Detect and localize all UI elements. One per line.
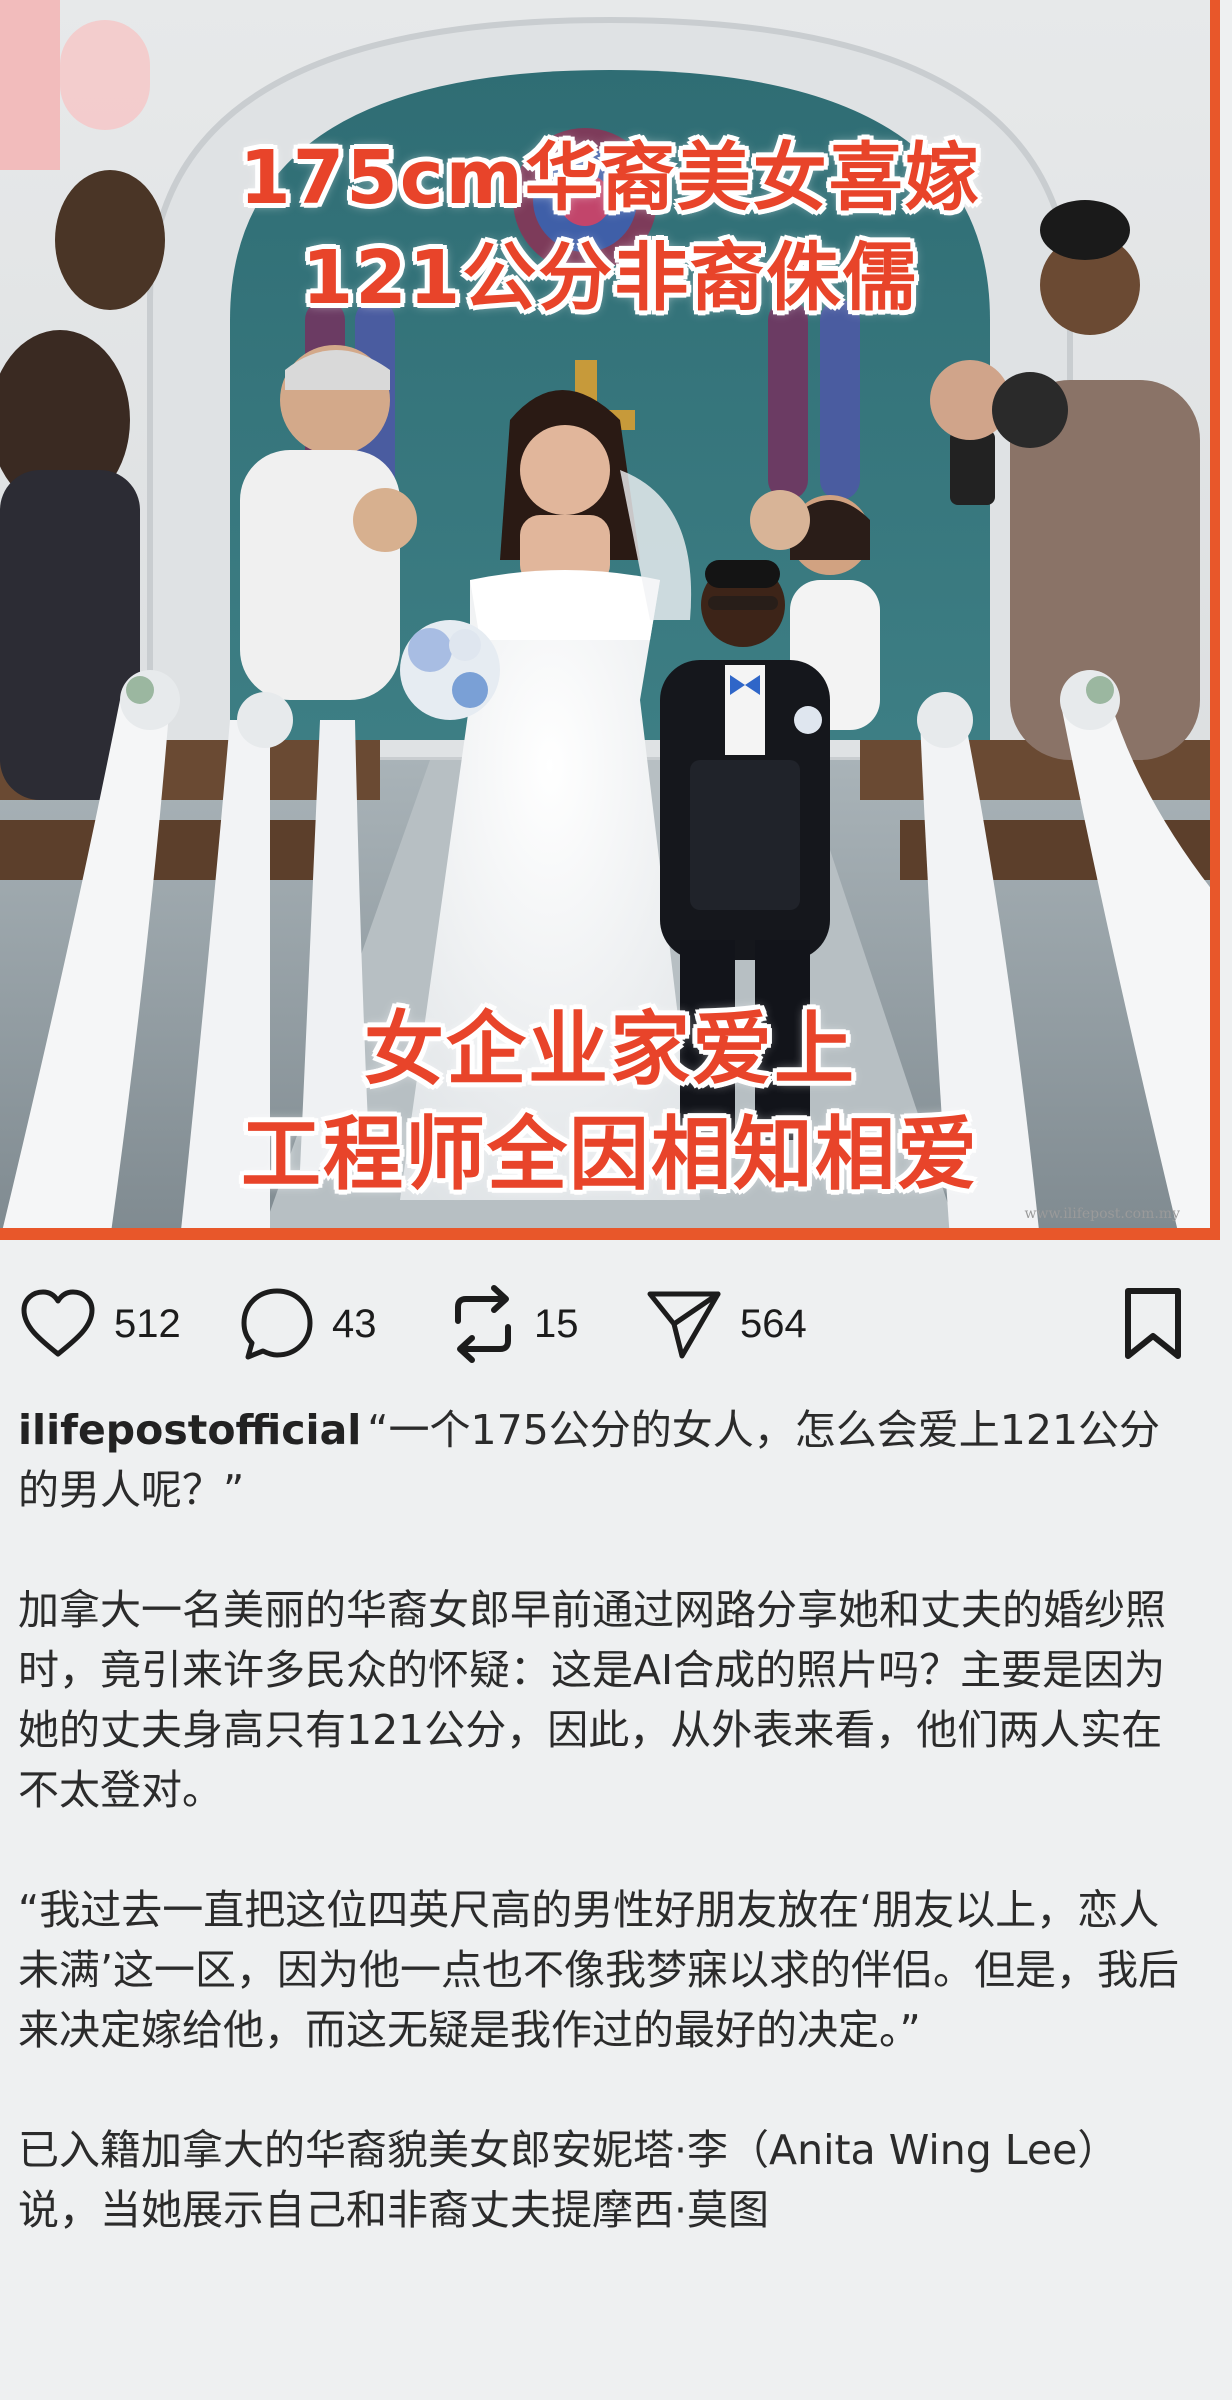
comment-bubble-icon	[241, 1288, 313, 1360]
post-caption: ilifepostofficial “一个175公分的女人，怎么会爱上121公分的…	[18, 1400, 1198, 2300]
post-photo[interactable]: 175cm华裔美女喜嫁 121公分非裔侏儒 女企业家爱上 工程师全因相知相爱 w…	[0, 0, 1220, 1240]
username-link[interactable]: ilifepostofficial	[18, 1406, 361, 1454]
headline-top-line1: 175cm华裔美女喜嫁	[239, 135, 981, 221]
comment-button[interactable]: 43	[238, 1284, 377, 1364]
headline-top-line2: 121公分非裔侏儒	[301, 235, 919, 321]
like-count: 512	[114, 1301, 181, 1346]
caption-paragraph-1: 加拿大一名美丽的华裔女郎早前通过网路分享她和丈夫的婚纱照时，竟引来许多民众的怀疑…	[18, 1586, 1166, 1814]
repost-button[interactable]: 15	[448, 1284, 579, 1364]
like-button[interactable]: 512	[18, 1284, 181, 1364]
caption-paragraph-2: “我过去一直把这位四英尺高的男性好朋友放在‘朋友以上，恋人未满’这一区，因为他一…	[18, 1886, 1180, 2054]
post-action-bar: 512 43 15 564	[0, 1262, 1232, 1380]
headline-bottom-line1: 女企业家爱上	[364, 1003, 856, 1096]
bookmark-icon	[1125, 1288, 1181, 1359]
post-page: 175cm华裔美女喜嫁 121公分非裔侏儒 女企业家爱上 工程师全因相知相爱 w…	[0, 0, 1232, 2400]
heart-icon	[21, 1289, 95, 1357]
send-icon	[647, 1291, 721, 1359]
repost-count: 15	[534, 1301, 579, 1346]
corner-decoration	[0, 0, 150, 170]
comment-count: 43	[332, 1301, 377, 1346]
share-count: 564	[740, 1301, 807, 1346]
repost-icon	[455, 1285, 511, 1363]
share-button[interactable]: 564	[644, 1284, 807, 1364]
save-button[interactable]	[1120, 1284, 1186, 1364]
caption-first-paragraph: ilifepostofficial “一个175公分的女人，怎么会爱上121公分的…	[18, 1400, 1198, 1520]
headline-bottom-line2: 工程师全因相知相爱	[241, 1108, 979, 1201]
photo-watermark: www.ilifepost.com.my	[1024, 1206, 1180, 1222]
caption-paragraph-3: 已入籍加拿大的华裔貌美女郎安妮塔·李（Anita Wing Lee）说，当她展示…	[18, 2126, 1119, 2234]
